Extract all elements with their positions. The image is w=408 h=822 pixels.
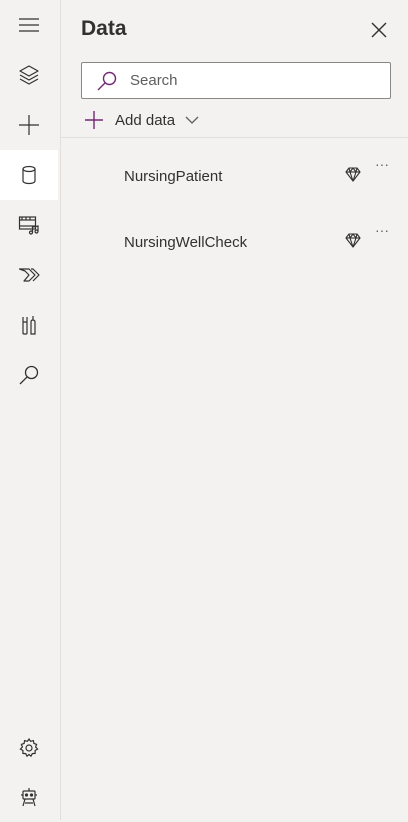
chevron-down-icon [185,116,199,124]
search-icon [19,365,39,385]
plus-icon [19,115,39,135]
media-button[interactable] [0,200,58,250]
search-rail-button[interactable] [0,350,58,400]
data-button[interactable] [0,150,58,200]
close-icon [371,22,387,38]
data-source-name: NursingWellCheck [124,234,248,251]
data-source-name: NursingPatient [124,168,223,185]
power-automate-icon [18,268,40,282]
list-item[interactable]: NursingPatient ··· [61,145,408,211]
gear-icon [19,737,39,758]
tree-view-button[interactable] [0,50,58,100]
hamburger-menu-button[interactable] [0,0,58,50]
diamond-icon [345,167,361,182]
media-icon [18,216,39,235]
more-options-button[interactable]: ··· [375,223,389,237]
settings-button[interactable] [0,723,58,773]
layers-icon [19,65,39,85]
diamond-icon [345,233,361,248]
bot-icon [21,788,37,807]
tools-icon [22,316,36,335]
search-box[interactable] [81,62,391,99]
data-panel: Data Add data NursingPatient ··· Nursing… [61,0,408,820]
hamburger-icon [19,18,39,32]
power-automate-button[interactable] [0,250,58,300]
divider [61,137,408,138]
database-icon [22,165,36,185]
plus-icon [85,111,103,129]
list-item[interactable]: NursingWellCheck ··· [61,211,408,277]
virtual-agent-button[interactable] [0,772,58,822]
add-data-button[interactable]: Add data [83,108,199,132]
insert-button[interactable] [0,100,58,150]
add-data-label: Add data [115,111,176,129]
search-icon [97,71,117,90]
search-input[interactable] [128,71,372,90]
more-options-button[interactable]: ··· [375,157,389,171]
left-rail [0,0,61,820]
advanced-tools-button[interactable] [0,300,58,350]
panel-title: Data [81,17,127,40]
close-button[interactable] [365,16,393,44]
